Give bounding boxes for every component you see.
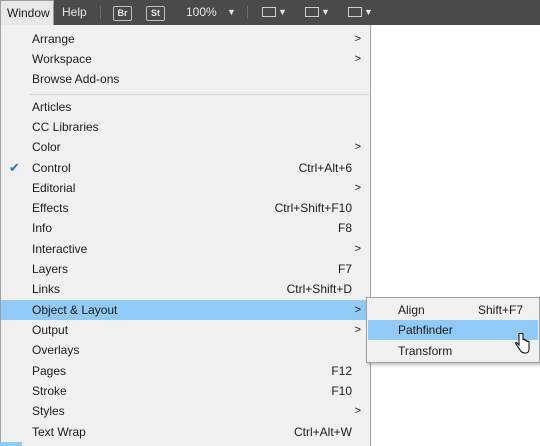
mouse-pointer-hand-icon (515, 333, 530, 354)
menu-item-pages[interactable]: Pages F12 (1, 361, 370, 381)
menu-item-label: Control (32, 161, 71, 175)
bottom-highlight-strip (0, 442, 22, 446)
menu-item-layers[interactable]: Layers F7 (1, 259, 370, 279)
menu-item-label: Stroke (32, 384, 67, 398)
toolbar-separator (100, 6, 101, 19)
menu-item-shortcut: F8 (337, 221, 352, 235)
menu-item-shortcut: Ctrl+Shift+F10 (274, 201, 352, 215)
menu-item-label: Articles (32, 100, 72, 114)
menu-item-shortcut: F10 (331, 384, 352, 398)
zoom-caret-icon[interactable]: ▼ (227, 0, 236, 25)
menu-item-shortcut: F7 (337, 262, 352, 276)
view-options-caret-icon[interactable]: ▼ (278, 0, 287, 25)
menu-item-label: CC Libraries (32, 120, 99, 134)
submenu-item-align[interactable]: Align Shift+F7 (368, 300, 538, 320)
menu-separator (29, 94, 369, 95)
menu-item-arrange[interactable]: Arrange > (1, 29, 370, 49)
menu-item-object-and-layout[interactable]: Object & Layout > (1, 300, 370, 320)
menu-item-label: Styles (32, 404, 65, 418)
arrange-documents-icon[interactable] (348, 7, 362, 17)
menu-item-label: Effects (32, 201, 69, 215)
menu-item-articles[interactable]: Articles (1, 97, 370, 117)
menu-item-label: Layers (32, 262, 69, 276)
menu-item-label: Workspace (32, 52, 92, 66)
menu-item-control[interactable]: ✔ Control Ctrl+Alt+6 (1, 158, 370, 178)
menu-item-info[interactable]: Info F8 (1, 218, 370, 238)
menu-item-label: Pages (32, 364, 67, 378)
menu-item-label: Object & Layout (32, 303, 118, 317)
submenu-arrow-icon: > (354, 405, 361, 417)
application-bar: Window Help Br St 100% ▼ ▼ ▼ ▼ (0, 0, 540, 25)
menu-item-effects[interactable]: Effects Ctrl+Shift+F10 (1, 198, 370, 218)
submenu-item-label: Align (398, 303, 425, 317)
menu-item-editorial[interactable]: Editorial > (1, 178, 370, 198)
submenu-item-shortcut: Shift+F7 (477, 303, 523, 317)
menu-item-label: Interactive (32, 242, 88, 256)
menu-item-shortcut: Ctrl+Alt+6 (298, 161, 352, 175)
submenu-arrow-icon: > (354, 53, 361, 65)
menu-item-overlays[interactable]: Overlays (1, 340, 370, 360)
menu-item-workspace[interactable]: Workspace > (1, 49, 370, 69)
menu-item-label: Text Wrap (32, 425, 86, 439)
checkmark-icon: ✔ (9, 160, 20, 175)
submenu-arrow-icon: > (354, 182, 361, 194)
menu-item-links[interactable]: Links Ctrl+Shift+D (1, 279, 370, 299)
submenu-item-pathfinder[interactable]: Pathfinder (368, 320, 538, 340)
menu-item-label: Overlays (32, 343, 80, 357)
menu-item-label: Links (32, 282, 61, 296)
submenu-item-transform[interactable]: Transform (368, 341, 538, 361)
view-options-icon[interactable] (262, 7, 276, 17)
submenu-arrow-icon: > (354, 141, 361, 153)
menu-item-cc-libraries[interactable]: CC Libraries (1, 117, 370, 137)
screen-mode-icon[interactable] (305, 7, 319, 17)
zoom-level[interactable]: 100% (186, 0, 217, 25)
submenu-arrow-icon: > (354, 304, 361, 316)
submenu-arrow-icon: > (354, 324, 361, 336)
screen-mode-caret-icon[interactable]: ▼ (321, 0, 330, 25)
menu-item-label: Arrange (32, 32, 75, 46)
submenu-arrow-icon: > (354, 33, 361, 45)
stock-button[interactable]: St (146, 6, 165, 21)
menu-item-shortcut: F12 (331, 364, 352, 378)
menu-item-label: Output (32, 323, 69, 337)
menu-item-color[interactable]: Color > (1, 137, 370, 157)
menu-item-browse-add-ons[interactable]: Browse Add-ons (1, 69, 370, 89)
menu-item-shortcut: Ctrl+Shift+D (286, 282, 352, 296)
help-menu[interactable]: Help (62, 0, 87, 25)
submenu-item-label: Transform (398, 344, 453, 358)
menu-item-styles[interactable]: Styles > (1, 401, 370, 421)
submenu-arrow-icon: > (354, 243, 361, 255)
menu-item-label: Color (32, 140, 61, 154)
window-dropdown-menu: Arrange > Workspace > Browse Add-ons Art… (0, 25, 371, 446)
toolbar-separator (247, 6, 248, 19)
menu-item-label: Browse Add-ons (32, 72, 120, 86)
menu-item-output[interactable]: Output > (1, 320, 370, 340)
arrange-documents-caret-icon[interactable]: ▼ (364, 0, 373, 25)
bridge-button[interactable]: Br (113, 6, 132, 21)
menu-item-text-wrap[interactable]: Text Wrap Ctrl+Alt+W (1, 422, 370, 442)
menu-item-shortcut: Ctrl+Alt+W (293, 425, 352, 439)
menu-item-label: Info (32, 221, 53, 235)
menu-item-interactive[interactable]: Interactive > (1, 239, 370, 259)
window-menu[interactable]: Window (0, 0, 54, 25)
submenu-item-label: Pathfinder (398, 323, 453, 337)
menu-item-stroke[interactable]: Stroke F10 (1, 381, 370, 401)
menu-item-label: Editorial (32, 181, 76, 195)
